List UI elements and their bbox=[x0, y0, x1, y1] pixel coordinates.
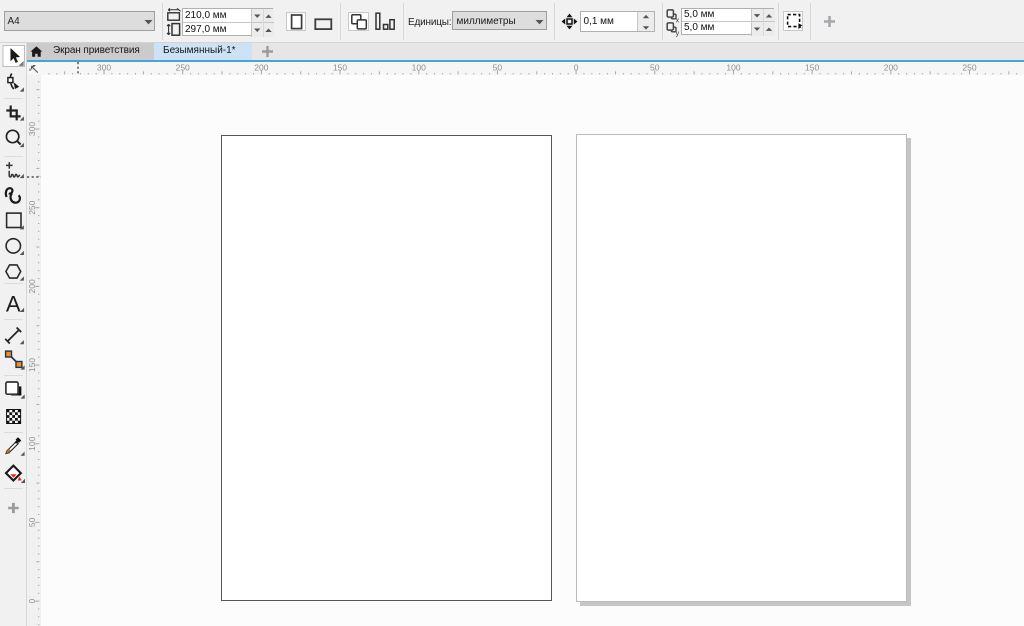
svg-text:250: 250 bbox=[27, 200, 37, 214]
svg-text:0: 0 bbox=[574, 62, 579, 72]
svg-text:150: 150 bbox=[27, 358, 37, 372]
svg-text:50: 50 bbox=[27, 517, 37, 527]
svg-text:100: 100 bbox=[27, 436, 37, 450]
svg-text:y: y bbox=[676, 30, 680, 37]
svg-text:250: 250 bbox=[176, 62, 190, 72]
svg-text:50: 50 bbox=[493, 62, 503, 72]
svg-text:150: 150 bbox=[333, 62, 347, 72]
svg-text:200: 200 bbox=[884, 62, 898, 72]
svg-text:100: 100 bbox=[726, 62, 740, 72]
svg-text:150: 150 bbox=[805, 62, 819, 72]
svg-text:200: 200 bbox=[27, 279, 37, 293]
svg-text:A: A bbox=[6, 292, 21, 317]
svg-text:300: 300 bbox=[27, 122, 37, 136]
svg-text:200: 200 bbox=[254, 62, 268, 72]
svg-text:250: 250 bbox=[962, 62, 976, 72]
svg-text:50: 50 bbox=[650, 62, 660, 72]
svg-text:0: 0 bbox=[27, 598, 37, 603]
svg-text:100: 100 bbox=[412, 62, 426, 72]
svg-text:300: 300 bbox=[97, 62, 111, 72]
